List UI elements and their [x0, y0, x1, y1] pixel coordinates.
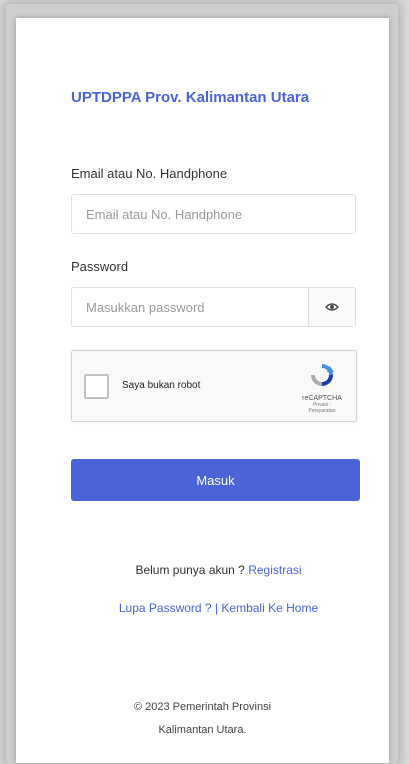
no-account-text: Belum punya akun ? [135, 563, 249, 577]
eye-icon [325, 303, 339, 311]
show-password-button[interactable] [308, 288, 355, 326]
page-title: UPTDPPA Prov. Kalimantan Utara [71, 89, 310, 106]
recaptcha-links[interactable]: Privasi - Persyaratan [300, 402, 344, 414]
register-link[interactable]: Registrasi [248, 563, 301, 577]
register-line: Belum punya akun ? Registrasi [32, 563, 405, 577]
footer-line-1: © 2023 Pemerintah Provinsi [133, 701, 272, 713]
recaptcha-logo: reCAPTCHA Privasi - Persyaratan [300, 361, 344, 414]
recaptcha-brand: reCAPTCHA [302, 395, 342, 402]
email-field[interactable] [72, 195, 355, 233]
back-home-link[interactable]: Kembali Ke Home [221, 601, 318, 615]
password-field-wrapper [71, 287, 356, 327]
recaptcha-icon [311, 364, 334, 386]
footer-line-2: Kalimantan Utara. [158, 724, 247, 736]
login-card: UPTDPPA Prov. Kalimantan Utara Email ata… [16, 18, 389, 763]
password-field[interactable] [72, 288, 308, 326]
email-label: Email atau No. Handphone [71, 166, 228, 181]
recaptcha-widget: Saya bukan robot reCAPTCHA Privasi - Per… [71, 350, 357, 422]
email-field-wrapper [71, 194, 356, 234]
link-separator: | [211, 601, 222, 615]
login-button[interactable]: Masuk [71, 459, 360, 501]
forgot-password-link[interactable]: Lupa Password ? [119, 601, 212, 615]
password-label: Password [71, 259, 129, 274]
footer: © 2023 Pemerintah Provinsi Kalimantan Ut… [16, 696, 389, 742]
help-links-line: Lupa Password ? | Kembali Ke Home [32, 601, 405, 615]
recaptcha-label: Saya bukan robot [122, 380, 201, 391]
recaptcha-checkbox[interactable] [84, 374, 109, 399]
